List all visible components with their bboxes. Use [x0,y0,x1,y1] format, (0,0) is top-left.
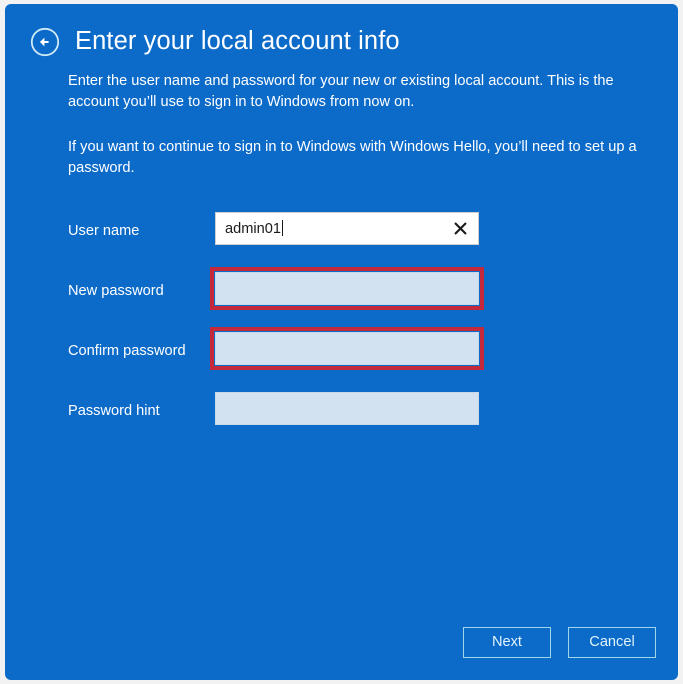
new-password-input[interactable] [215,272,479,305]
next-button[interactable]: Next [463,627,551,658]
label-password-hint: Password hint [68,403,160,419]
user-name-input[interactable]: admin01 [215,212,479,245]
confirm-password-input[interactable] [215,332,479,365]
field-row-confirm-password: Confirm password [68,327,488,392]
label-user-name: User name [68,223,140,239]
label-confirm-password: Confirm password [68,343,186,359]
text-caret [281,219,283,236]
cancel-button[interactable]: Cancel [568,627,656,658]
password-hint-input[interactable] [215,392,479,425]
account-form: User name admin01 New password Confirm p… [68,212,488,452]
page-title: Enter your local account info [75,27,400,56]
local-account-setup-panel: Enter your local account info Enter the … [5,4,678,680]
field-row-new-password: New password [68,267,488,332]
control-confirm-password [215,332,479,365]
intro-text-block: Enter the user name and password for you… [68,71,638,179]
control-user-name: admin01 [215,212,479,245]
intro-paragraph-1: Enter the user name and password for you… [68,73,614,110]
intro-paragraph-2: If you want to continue to sign in to Wi… [68,139,637,176]
field-row-user-name: User name admin01 [68,212,488,272]
screen-root: Enter your local account info Enter the … [0,0,683,684]
page-header: Enter your local account info [29,26,400,58]
control-password-hint [215,392,479,425]
back-arrow-circle-icon[interactable] [29,26,61,58]
button-bar: Next Cancel [463,627,656,658]
control-new-password [215,272,479,305]
field-row-password-hint: Password hint [68,392,488,452]
close-x-icon[interactable] [450,219,470,239]
user-name-value: admin01 [225,220,281,237]
label-new-password: New password [68,283,164,299]
